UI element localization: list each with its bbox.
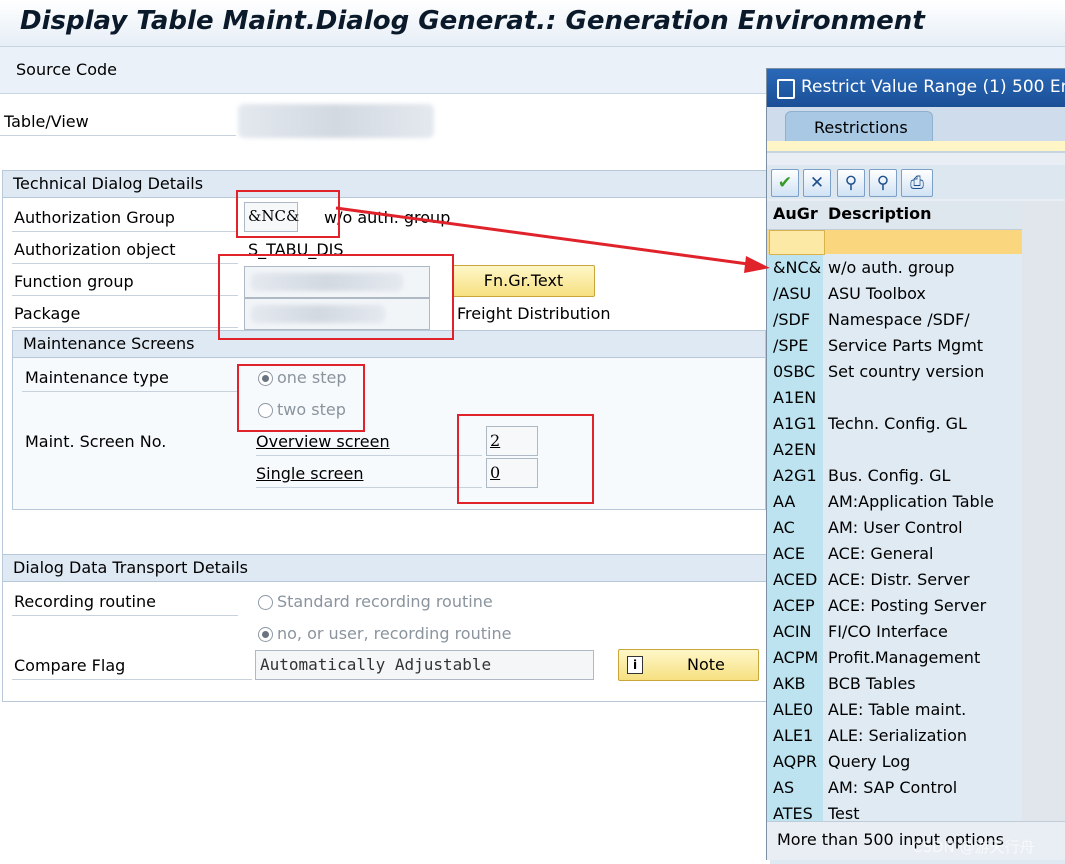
watermark: CSDN @游天行舟 (912, 838, 1035, 856)
annotation-arrow (335, 206, 770, 273)
